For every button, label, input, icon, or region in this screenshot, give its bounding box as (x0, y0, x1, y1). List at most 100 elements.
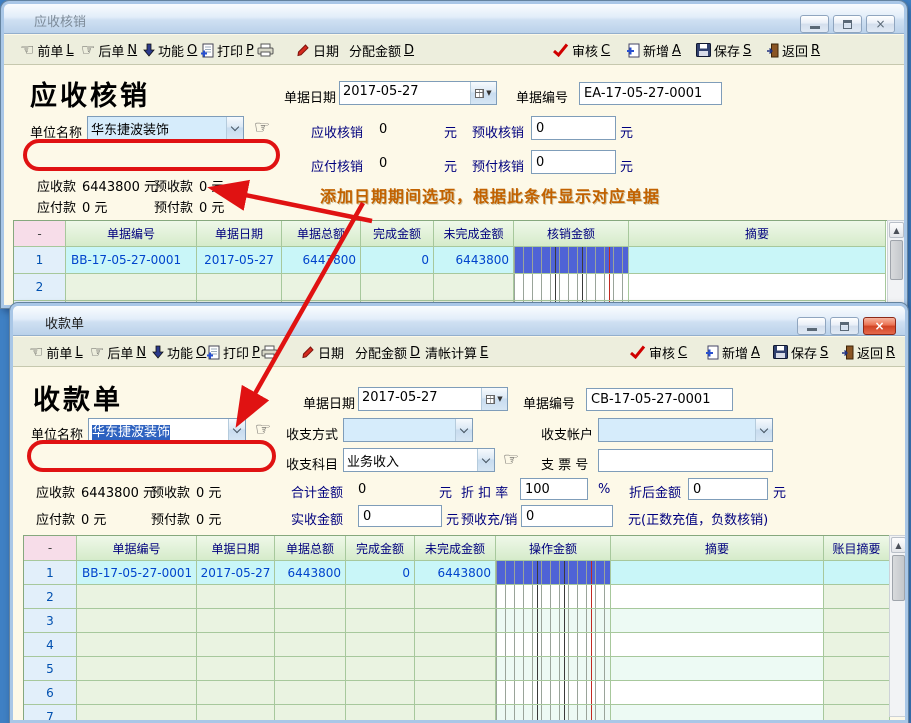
cell-total[interactable] (275, 633, 346, 657)
check-no-input[interactable] (598, 449, 773, 472)
unit-name-combo[interactable]: 华东捷波装饰 (87, 116, 244, 140)
pre-pay-writeoff-input[interactable]: 0 (531, 150, 616, 174)
cell-operate-amount[interactable] (496, 705, 611, 723)
toolbar-allocate-amount[interactable]: 分配金额D (349, 40, 414, 60)
titlebar-receipt[interactable]: 收款单 × (13, 306, 905, 336)
toolbar-printer[interactable] (257, 40, 274, 60)
toolbar-new[interactable]: 新增A (705, 342, 760, 362)
toolbar-date[interactable]: 日期 (301, 342, 344, 362)
cell-doc-code[interactable]: BB-17-05-27-0001 (66, 247, 197, 274)
cell-operate-amount[interactable] (496, 585, 611, 609)
minimize-button[interactable] (800, 15, 829, 33)
doc-no-input[interactable]: EA-17-05-27-0001 (579, 82, 722, 105)
received-amount-input[interactable]: 0 (358, 505, 442, 527)
cell-total[interactable] (282, 274, 361, 301)
cell-remain[interactable]: 6443800 (415, 561, 496, 585)
cell-summary[interactable] (611, 681, 824, 705)
cell-total[interactable] (275, 585, 346, 609)
cell-doc-code[interactable] (77, 681, 197, 705)
toolbar-audit[interactable]: 审核C (552, 40, 610, 60)
toolbar-functions[interactable]: 功能O (143, 40, 197, 60)
cell-done[interactable]: 0 (346, 561, 415, 585)
row-number[interactable]: 1 (24, 561, 77, 585)
toolbar-date[interactable]: 日期 (296, 40, 339, 60)
cell-summary[interactable] (611, 633, 824, 657)
pay-subject-combo[interactable]: 业务收入 (343, 448, 495, 472)
cell-doc-code[interactable] (77, 705, 197, 723)
cell-account-summary[interactable] (824, 681, 890, 705)
row-number[interactable]: 4 (24, 633, 77, 657)
cell-account-summary[interactable] (824, 657, 890, 681)
table-scrollbar[interactable]: ▲ (889, 535, 908, 717)
cell-total[interactable] (275, 609, 346, 633)
calendar-dropdown-icon[interactable]: ▼ (470, 82, 496, 104)
doc-date-combo[interactable]: 2017-05-27 ▼ (358, 387, 508, 411)
cell-summary[interactable] (629, 247, 886, 274)
restore-button[interactable] (830, 317, 859, 335)
cell-summary[interactable] (611, 657, 824, 681)
cell-doc-date[interactable] (197, 705, 275, 723)
toolbar-prev-doc[interactable]: ☜前单L (20, 40, 74, 60)
chevron-down-icon[interactable] (455, 419, 472, 441)
row-number[interactable]: 1 (14, 247, 66, 274)
toolbar-print[interactable]: 打印P (206, 342, 260, 362)
scroll-up-icon[interactable]: ▲ (891, 537, 906, 553)
cell-doc-code[interactable] (77, 633, 197, 657)
cell-doc-date[interactable]: 2017-05-27 (197, 247, 282, 274)
cell-writeoff-amount[interactable] (514, 274, 629, 301)
toolbar-return[interactable]: 返回R (766, 40, 820, 60)
cell-summary[interactable] (611, 561, 824, 585)
toolbar-clear-account[interactable]: 清帐计算E (425, 342, 488, 362)
toolbar-next-doc[interactable]: ☞后单N (81, 40, 137, 60)
cell-total[interactable]: 6443800 (282, 247, 361, 274)
unit-name-combo[interactable]: 华东捷波装饰 (88, 418, 246, 442)
toolbar-printer[interactable] (261, 342, 278, 362)
table-scrollbar[interactable]: ▲ (887, 220, 906, 308)
cell-remain[interactable] (415, 585, 496, 609)
toolbar-allocate-amount[interactable]: 分配金额D (355, 342, 420, 362)
cell-done[interactable] (361, 274, 434, 301)
close-button[interactable]: × (863, 317, 896, 335)
toolbar-audit[interactable]: 审核C (629, 342, 687, 362)
cell-done[interactable] (346, 705, 415, 723)
cell-done[interactable] (346, 657, 415, 681)
cell-doc-code[interactable] (77, 609, 197, 633)
row-number[interactable]: 6 (24, 681, 77, 705)
toolbar-return[interactable]: 返回R (841, 342, 895, 362)
cell-account-summary[interactable] (824, 633, 890, 657)
toolbar-prev-doc[interactable]: ☜前单L (29, 342, 83, 362)
chevron-down-icon[interactable] (755, 419, 772, 441)
cell-done[interactable] (346, 609, 415, 633)
cell-done[interactable] (346, 633, 415, 657)
cell-operate-amount[interactable] (496, 633, 611, 657)
scroll-up-icon[interactable]: ▲ (889, 222, 904, 238)
chevron-down-icon[interactable] (477, 449, 494, 471)
cell-remain[interactable] (415, 657, 496, 681)
restore-button[interactable] (833, 15, 862, 33)
cell-total[interactable] (275, 681, 346, 705)
cell-doc-date[interactable] (197, 585, 275, 609)
row-number[interactable]: 2 (24, 585, 77, 609)
discounted-amount-input[interactable]: 0 (688, 478, 768, 500)
titlebar-receivable-writeoff[interactable]: 应收核销 × (4, 4, 904, 34)
cell-summary[interactable] (611, 609, 824, 633)
scrollbar-thumb[interactable] (892, 555, 905, 601)
cell-total[interactable]: 6443800 (275, 561, 346, 585)
calendar-dropdown-icon[interactable]: ▼ (481, 388, 507, 410)
row-number[interactable]: 2 (14, 274, 66, 301)
pay-method-combo[interactable] (343, 418, 473, 442)
toolbar-new[interactable]: 新增A (626, 40, 681, 60)
toolbar-next-doc[interactable]: ☞后单N (90, 342, 146, 362)
row-number[interactable]: 7 (24, 705, 77, 723)
cell-summary[interactable] (611, 705, 824, 723)
cell-doc-date[interactable] (197, 657, 275, 681)
cell-total[interactable] (275, 657, 346, 681)
cell-doc-code[interactable] (66, 274, 197, 301)
pointer-hand-icon[interactable]: ☞ (254, 119, 270, 137)
cell-doc-date[interactable] (197, 274, 282, 301)
pointer-hand-icon[interactable]: ☞ (503, 451, 519, 469)
cell-remain[interactable] (434, 274, 514, 301)
chevron-down-icon[interactable] (226, 117, 243, 139)
cell-operate-amount[interactable] (496, 561, 611, 585)
cell-doc-date[interactable] (197, 681, 275, 705)
